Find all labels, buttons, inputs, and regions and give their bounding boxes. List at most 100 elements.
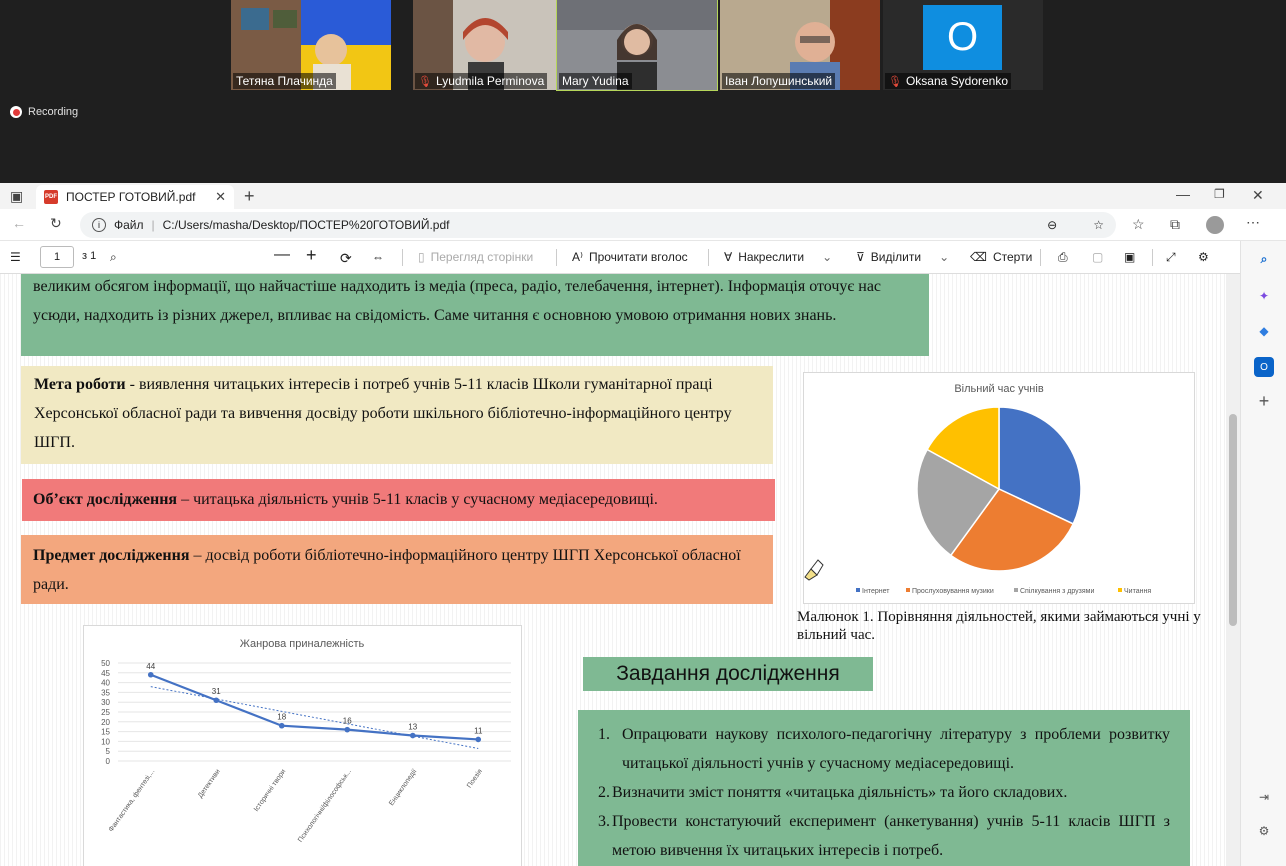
intro-block: великим обсягом інформації, що найчастіш… [21,274,929,356]
task-text: Опрацювати наукову психолого-педагогічну… [622,726,1170,772]
minimize-icon[interactable]: — [1176,186,1190,202]
refresh-icon[interactable]: ↻ [50,215,62,232]
chevron-down-icon[interactable]: ⌄ [939,250,949,264]
vertical-scrollbar[interactable] [1226,274,1240,866]
task-text: Провести констатуючий експеримент (анкет… [612,813,1170,859]
tab-actions-icon[interactable]: ▣ [10,188,23,205]
info-icon[interactable]: i [92,218,106,232]
save-as-icon[interactable]: ▣ [1124,250,1135,264]
y-tick-label: 10 [101,737,110,746]
goal-label: Мета роботи [34,376,126,393]
data-label: 13 [408,723,417,732]
line-chart: Жанрова приналежність 0 5 10 15 20 25 30 35 40 45 5… [83,625,522,866]
fullscreen-icon[interactable]: ⤢ [1166,250,1176,265]
settings-gear-icon[interactable]: ⚙ [1254,821,1274,841]
sidebar-toggle-icon[interactable]: ⇥ [1254,787,1274,807]
tab-title: ПОСТЕР ГОТОВИЙ.pdf [66,190,196,204]
data-label: 18 [277,713,286,722]
y-tick-label: 15 [101,728,110,737]
erase-button[interactable]: ⌫ Стерти [970,250,1032,264]
line-chart-svg: Жанрова приналежність 0510152025303540455… [101,638,511,844]
eraser-icon: ⌫ [970,250,987,264]
favorite-star-icon[interactable]: ☆ [1093,218,1104,232]
pie-chart: Вільний час учнів Інтернет Прослуховування… [803,372,1195,604]
object-block: Об’єкт дослідження – читацька діяльність… [22,479,775,521]
save-icon[interactable]: ▢ [1092,250,1103,264]
participant-tile-4[interactable]: Іван Лопушинський [720,0,880,90]
participant-tile-5[interactable]: O 🎙 Oksana Sydorenko [883,0,1043,90]
x-tick-label: Енциклопедії [387,768,418,808]
tools-icon[interactable]: ◆ [1254,321,1274,341]
x-tick-label: Детективи [197,768,222,799]
task-number: 3. [598,813,610,830]
maximize-icon[interactable]: ❐ [1214,187,1225,201]
pie-chart-svg: Вільний час учнів Інтернет Прослуховування… [856,383,1151,595]
profile-avatar[interactable] [1206,216,1224,234]
participant-name: Lyudmila Perminova [435,74,545,88]
zoom-out-icon[interactable]: — [274,246,290,264]
mic-muted-icon: 🎙 [888,76,902,88]
x-tick-label: Поезія [465,767,484,789]
y-tick-label: 45 [101,669,110,678]
browser-window: ▣ PDF ПОСТЕР ГОТОВИЙ.pdf ✕ + — ❐ ✕ ← ↻ i… [0,183,1286,866]
favorites-icon[interactable]: ☆ [1132,216,1145,233]
data-label: 16 [343,717,352,726]
data-label: 31 [212,687,221,696]
task-number: 1. [598,726,610,743]
goal-text: - виявлення читацьких інтересів і потреб… [34,376,732,451]
zoom-in-icon[interactable]: + [306,245,317,266]
page-number-input[interactable]: 1 [40,246,74,268]
participant-tile-1[interactable]: Тетяна Плачинда [231,0,391,90]
participant-tile-2[interactable]: 🎙 Lyudmila Perminova [413,0,573,90]
mic-muted-icon: 🎙 [418,76,432,88]
fit-width-icon[interactable]: ⇔ [372,250,384,264]
object-text: – читацька діяльність учнів 5-11 класів … [177,491,658,508]
tasks-block: 1. Опрацювати наукову психолого-педагогіч… [578,710,1190,866]
url-field[interactable]: i Файл | C:/Users/masha/Desktop/ПОСТЕР%2… [80,212,1116,238]
draw-button[interactable]: ∀ Накреслити ⌄ [724,250,832,264]
figure-caption: Малюнок 1. Порівняння діяльностей, якими… [797,609,1201,643]
page-view-icon: ▯ [418,250,425,264]
video-conference-area: Тетяна Плачинда 🎙 Lyudmila Perminova Mary [0,0,1286,183]
highlighter-cursor-icon [804,559,824,581]
search-icon[interactable]: ⌕ [110,250,117,265]
legend-label: Прослуховування музики [912,588,994,595]
participant-name: Тетяна Плачинда [233,73,336,89]
collections-icon[interactable]: ⧉ [1170,216,1180,233]
rotate-icon[interactable]: ⟳ [340,250,352,267]
task-text: Визначити зміст поняття «читацька діяльн… [612,784,1068,801]
participant-tile-3[interactable]: Mary Yudina [556,0,718,91]
url-scheme: Файл [114,218,144,232]
highlight-button[interactable]: ⊽ Виділити ⌄ [856,250,949,264]
copilot-icon[interactable]: ✦ [1254,286,1274,306]
legend-label: Спілкування з друзями [1020,587,1094,595]
tab-pdf[interactable]: PDF ПОСТЕР ГОТОВИЙ.pdf ✕ [36,185,234,209]
close-tab-icon[interactable]: ✕ [215,189,226,205]
chevron-down-icon[interactable]: ⌄ [822,250,832,264]
new-tab-icon[interactable]: + [244,186,255,207]
search-icon[interactable]: ⌕ [1254,249,1274,269]
task-item: 3. Провести констатуючий експеримент (анк… [598,807,1170,865]
intro-line: великим обсягом інформації, що найчастіш… [33,278,882,295]
page-view-button[interactable]: ▯ Перегляд сторінки [418,250,533,264]
add-icon[interactable]: + [1254,391,1274,411]
zoom-icon[interactable]: ⊖ [1047,218,1057,232]
more-menu-icon[interactable]: ⋯ [1246,214,1260,231]
settings-gear-icon[interactable]: ⚙ [1198,250,1209,264]
data-point [409,732,416,739]
scrollbar-thumb[interactable] [1229,414,1237,626]
y-tick-label: 35 [101,688,110,697]
contents-icon[interactable]: ☰ [10,250,21,264]
close-window-icon[interactable]: ✕ [1252,187,1264,204]
back-icon[interactable]: ← [12,215,26,231]
outlook-icon[interactable]: O [1254,357,1274,377]
y-tick-label: 20 [101,718,110,727]
legend-label: Інтернет [862,588,890,595]
legend-swatch [906,588,910,592]
task-item: 1. Опрацювати наукову психолого-педагогіч… [598,720,1170,778]
print-icon[interactable]: ⎙ [1058,250,1068,265]
x-tick-label: Історичні твори [252,767,287,812]
draw-icon: ∀ [724,250,733,264]
read-aloud-button[interactable]: A⁾ Прочитати вголос [572,250,688,264]
x-tick-label: Психологічні/філософськ... [296,768,353,844]
